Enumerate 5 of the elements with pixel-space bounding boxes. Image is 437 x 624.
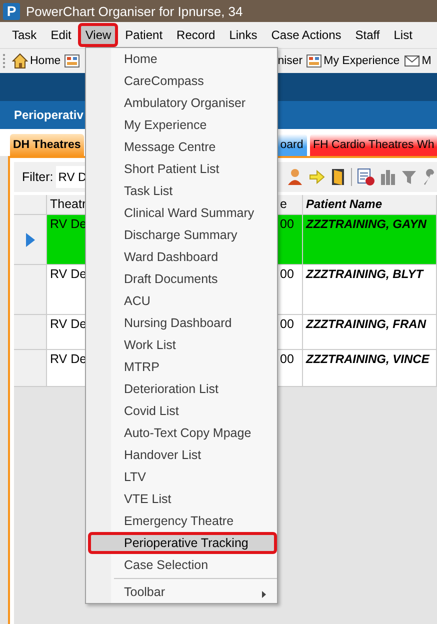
window-title: PowerChart Organiser for Ipnurse, 34: [26, 4, 243, 18]
section-title: Perioperativ: [14, 108, 84, 122]
filter-label: Filter:: [22, 170, 54, 184]
table-cell: ZZZTRAINING, VINCE: [303, 350, 437, 387]
app-logo: P: [3, 2, 20, 20]
